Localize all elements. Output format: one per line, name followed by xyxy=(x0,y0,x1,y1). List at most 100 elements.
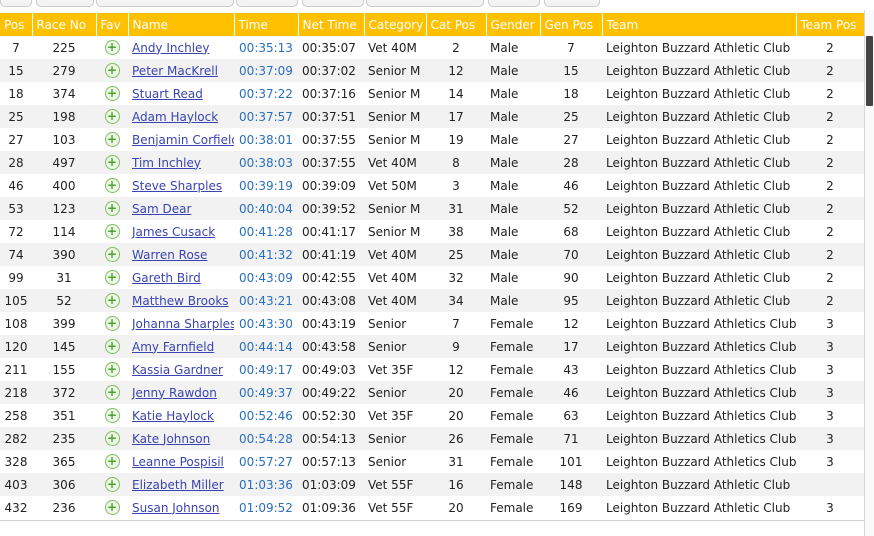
time-link[interactable]: 00:57:27 xyxy=(239,455,293,469)
plus-circle-icon[interactable]: + xyxy=(104,224,120,239)
scrollbar-thumb[interactable] xyxy=(866,36,873,106)
runner-name-link[interactable]: Steve Sharples xyxy=(132,179,222,193)
runner-name-link[interactable]: Johanna Sharples xyxy=(132,317,234,331)
runner-name-link[interactable]: Andy Inchley xyxy=(132,41,210,55)
time-link[interactable]: 00:38:03 xyxy=(239,156,293,170)
column-filter-category[interactable] xyxy=(366,0,484,7)
cell-net-time: 00:37:51 xyxy=(298,105,364,128)
header-race-no[interactable]: Race No xyxy=(32,13,97,36)
cell-race-no: 225 xyxy=(52,40,76,55)
time-link[interactable]: 00:38:01 xyxy=(239,133,293,147)
plus-circle-icon[interactable]: + xyxy=(104,132,120,147)
header-name[interactable]: Name xyxy=(128,13,235,36)
plus-circle-icon[interactable]: + xyxy=(104,431,120,446)
plus-circle-icon[interactable]: + xyxy=(104,270,120,285)
runner-name-link[interactable]: Benjamin Corfield xyxy=(132,133,234,147)
header-team[interactable]: Team xyxy=(602,13,797,36)
column-filter-race-no[interactable] xyxy=(36,0,94,7)
time-link[interactable]: 00:43:21 xyxy=(239,294,293,308)
cell-race-no: 306 xyxy=(32,473,96,496)
runner-name-link[interactable]: Stuart Read xyxy=(132,87,203,101)
cell-category: Vet 40M xyxy=(368,40,417,55)
runner-name-link[interactable]: Warren Rose xyxy=(132,248,207,262)
plus-circle-icon[interactable]: + xyxy=(104,63,120,78)
runner-name-link[interactable]: Elizabeth Miller xyxy=(132,478,224,492)
cell-team: Leighton Buzzard Athletic Club xyxy=(602,243,796,266)
runner-name-link[interactable]: Adam Haylock xyxy=(132,110,218,124)
time-link[interactable]: 00:40:04 xyxy=(239,202,293,216)
plus-circle-icon[interactable]: + xyxy=(104,362,120,377)
plus-circle-icon[interactable]: + xyxy=(104,339,120,354)
cell-race-no: 123 xyxy=(32,197,96,220)
column-filter-gen-pos[interactable] xyxy=(544,0,600,7)
time-link[interactable]: 00:35:13 xyxy=(239,41,293,55)
plus-circle-icon[interactable]: + xyxy=(104,155,120,170)
table-row: 258 351 + Katie Haylock 00:52:46 00:52:30 Vet … xyxy=(0,404,864,427)
plus-circle-icon[interactable]: + xyxy=(104,86,120,101)
plus-circle-icon[interactable]: + xyxy=(104,316,120,331)
runner-name-link[interactable]: Peter MacKrell xyxy=(132,64,218,78)
time-link[interactable]: 00:39:19 xyxy=(239,179,293,193)
column-filter-net-time[interactable] xyxy=(302,0,364,7)
plus-circle-icon[interactable]: + xyxy=(104,201,120,216)
time-link[interactable]: 00:54:28 xyxy=(239,432,293,446)
time-link[interactable]: 00:52:46 xyxy=(239,409,293,423)
time-link[interactable]: 00:37:57 xyxy=(239,110,293,124)
runner-name-link[interactable]: Jenny Rawdon xyxy=(132,386,217,400)
cell-net-time: 01:03:09 xyxy=(298,473,364,496)
cell-team-pos: 3 xyxy=(826,408,834,423)
cell-race-no: 497 xyxy=(32,151,96,174)
plus-circle-icon[interactable]: + xyxy=(104,293,120,308)
header-gen-pos[interactable]: Gen Pos xyxy=(540,13,603,36)
plus-circle-icon[interactable]: + xyxy=(104,178,120,193)
runner-name-link[interactable]: Amy Farnfield xyxy=(132,340,214,354)
runner-name-link[interactable]: Katie Haylock xyxy=(132,409,214,423)
cell-time: 00:37:22 xyxy=(234,82,298,105)
time-link[interactable]: 00:43:30 xyxy=(239,317,293,331)
runner-name-link[interactable]: James Cusack xyxy=(132,225,215,239)
column-filter-pos[interactable] xyxy=(0,0,32,7)
runner-name-link[interactable]: Sam Dear xyxy=(132,202,191,216)
column-filter-gender[interactable] xyxy=(488,0,540,7)
plus-circle-icon[interactable]: + xyxy=(104,500,120,515)
time-link[interactable]: 00:41:32 xyxy=(239,248,293,262)
runner-name-link[interactable]: Gareth Bird xyxy=(132,271,201,285)
plus-circle-icon[interactable]: + xyxy=(104,454,120,469)
time-link[interactable]: 01:03:36 xyxy=(239,478,293,492)
header-pos[interactable]: Pos xyxy=(0,13,33,36)
cell-gender: Female xyxy=(486,473,540,496)
cell-team-pos xyxy=(796,473,864,496)
column-filter-time[interactable] xyxy=(236,0,298,7)
header-gender[interactable]: Gender xyxy=(486,13,541,36)
plus-circle-icon[interactable]: + xyxy=(104,40,120,55)
cell-team: Leighton Buzzard Athletic Club xyxy=(606,270,791,285)
runner-name-link[interactable]: Kassia Gardner xyxy=(132,363,223,377)
time-link[interactable]: 00:43:09 xyxy=(239,271,293,285)
runner-name-link[interactable]: Susan Johnson xyxy=(132,501,220,515)
plus-circle-icon[interactable]: + xyxy=(104,408,120,423)
time-link[interactable]: 00:44:14 xyxy=(239,340,293,354)
header-time[interactable]: Time xyxy=(234,13,299,36)
time-link[interactable]: 00:37:22 xyxy=(239,87,293,101)
header-team-pos[interactable]: Team Pos xyxy=(796,13,865,36)
time-link[interactable]: 00:37:09 xyxy=(239,64,293,78)
runner-name-link[interactable]: Kate Johnson xyxy=(132,432,210,446)
column-filter-name[interactable] xyxy=(96,0,234,7)
header-net-time[interactable]: Net Time xyxy=(298,13,365,36)
header-category[interactable]: Category xyxy=(364,13,427,36)
time-link[interactable]: 01:09:52 xyxy=(239,501,293,515)
cell-fav: + xyxy=(96,473,128,496)
time-link[interactable]: 00:49:37 xyxy=(239,386,293,400)
plus-circle-icon[interactable]: + xyxy=(104,109,120,124)
runner-name-link[interactable]: Leanne Pospisil xyxy=(132,455,224,469)
plus-circle-icon[interactable]: + xyxy=(104,477,120,492)
runner-name-link[interactable]: Tim Inchley xyxy=(132,156,201,170)
cell-gender: Male xyxy=(490,270,519,285)
time-link[interactable]: 00:49:17 xyxy=(239,363,293,377)
runner-name-link[interactable]: Matthew Brooks xyxy=(132,294,229,308)
plus-circle-icon[interactable]: + xyxy=(104,385,120,400)
plus-circle-icon[interactable]: + xyxy=(104,247,120,262)
header-cat-pos[interactable]: Cat Pos xyxy=(426,13,487,36)
time-link[interactable]: 00:41:28 xyxy=(239,225,293,239)
header-fav[interactable]: Fav xyxy=(96,13,129,36)
